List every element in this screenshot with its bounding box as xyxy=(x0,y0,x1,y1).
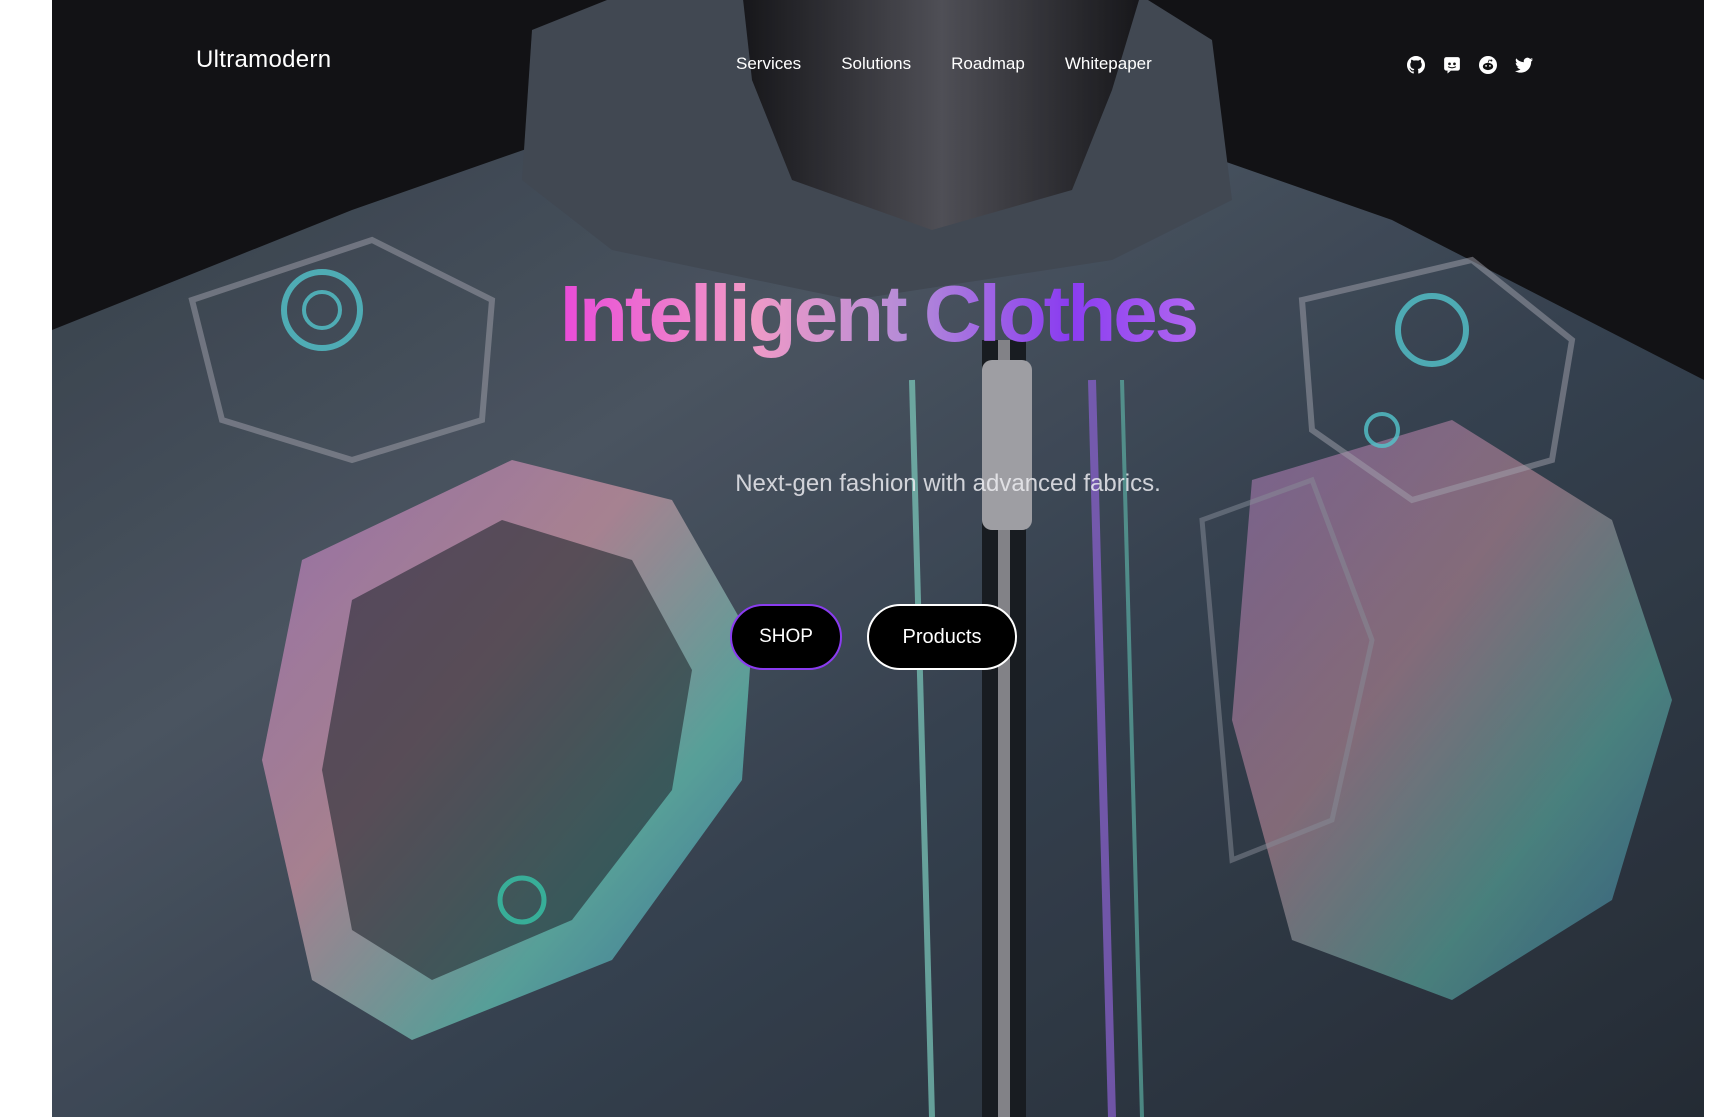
hero-subtitle: Next-gen fashion with advanced fabrics. xyxy=(735,470,1161,497)
shop-button[interactable]: SHOP xyxy=(730,604,842,670)
reddit-icon[interactable] xyxy=(1478,55,1498,75)
twitter-icon[interactable] xyxy=(1514,55,1534,75)
nav-link-solutions[interactable]: Solutions xyxy=(841,54,911,74)
nav-link-whitepaper[interactable]: Whitepaper xyxy=(1065,54,1152,74)
discord-icon[interactable] xyxy=(1442,55,1462,75)
hero-title: Intelligent Clothes xyxy=(559,269,1199,358)
main-nav: Services Solutions Roadmap Whitepaper xyxy=(736,54,1152,74)
hero-section: Ultramodern Services Solutions Roadmap W… xyxy=(52,0,1704,1117)
github-icon[interactable] xyxy=(1406,55,1426,75)
site-logo[interactable]: Ultramodern xyxy=(196,46,331,74)
page: Ultramodern Services Solutions Roadmap W… xyxy=(0,0,1728,1117)
products-button[interactable]: Products xyxy=(867,604,1017,670)
nav-link-roadmap[interactable]: Roadmap xyxy=(951,54,1025,74)
nav-link-services[interactable]: Services xyxy=(736,54,801,74)
hero-background-image xyxy=(52,0,1704,1117)
social-links xyxy=(1406,55,1534,75)
